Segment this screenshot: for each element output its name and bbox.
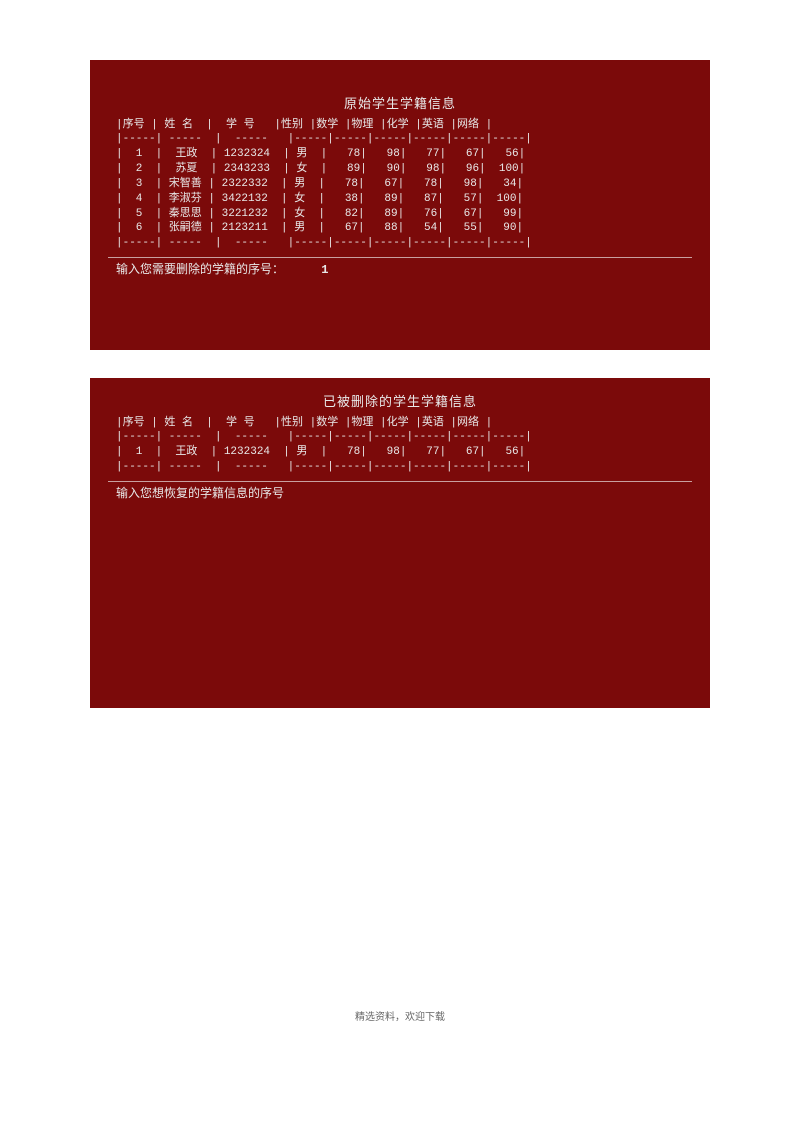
divider xyxy=(108,481,692,482)
prompt-text: 输入您想恢复的学籍信息的序号 xyxy=(116,487,284,501)
delete-prompt: 输入您需要删除的学籍的序号： 1 xyxy=(116,262,692,278)
console-deleted-info: 已被删除的学生学籍信息 |序号 | 姓 名 | 学 号 |性别 |数学 |物理 … xyxy=(90,378,710,708)
deleted-student-table: |序号 | 姓 名 | 学 号 |性别 |数学 |物理 |化学 |英语 |网络 … xyxy=(116,416,692,475)
student-table: |序号 | 姓 名 | 学 号 |性别 |数学 |物理 |化学 |英语 |网络 … xyxy=(116,118,692,252)
console-title: 原始学生学籍信息 xyxy=(108,96,692,114)
document-page: 原始学生学籍信息 |序号 | 姓 名 | 学 号 |性别 |数学 |物理 |化学… xyxy=(0,0,800,1064)
prompt-input-value[interactable]: 1 xyxy=(321,263,328,277)
console-original-info: 原始学生学籍信息 |序号 | 姓 名 | 学 号 |性别 |数学 |物理 |化学… xyxy=(90,60,710,350)
restore-prompt: 输入您想恢复的学籍信息的序号 xyxy=(116,486,692,502)
prompt-text: 输入您需要删除的学籍的序号： xyxy=(116,263,284,277)
console-title: 已被删除的学生学籍信息 xyxy=(108,394,692,412)
page-footer: 精选资料，欢迎下载 xyxy=(90,1008,710,1024)
divider xyxy=(108,257,692,258)
